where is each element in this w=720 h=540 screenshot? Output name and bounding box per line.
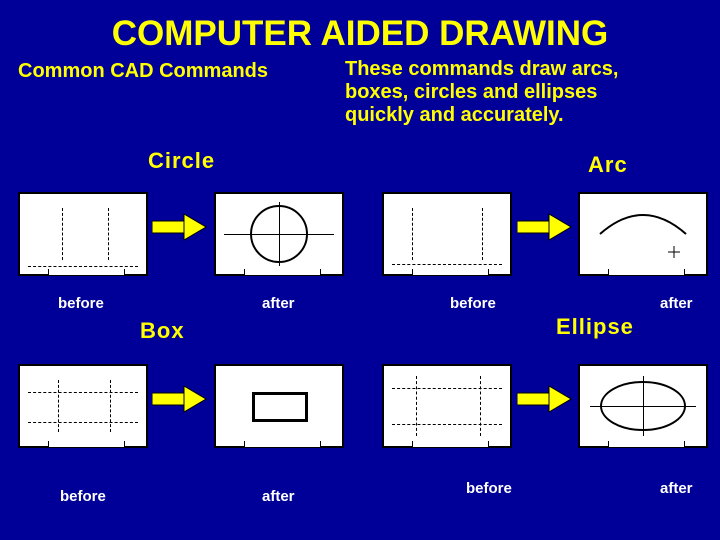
ellipse-before-screen: [382, 364, 512, 448]
after-label: after: [262, 488, 295, 505]
arc-after-screen: [578, 192, 708, 276]
before-label: before: [58, 295, 104, 312]
arrow-icon: [152, 210, 210, 244]
after-label: after: [660, 295, 693, 312]
subtitle: Common CAD Commands: [18, 60, 268, 83]
arrow-icon: [517, 210, 575, 244]
box-after-screen: [214, 364, 344, 448]
box-before-screen: [18, 364, 148, 448]
before-label: before: [60, 488, 106, 505]
after-label: after: [262, 295, 295, 312]
ellipse-heading: Ellipse: [556, 314, 634, 340]
arc-heading: Arc: [588, 152, 628, 178]
box-heading: Box: [140, 318, 185, 344]
circle-before-screen: [18, 192, 148, 276]
arc-before-screen: [382, 192, 512, 276]
arrow-icon: [517, 382, 575, 416]
before-label: before: [450, 295, 496, 312]
description-text: These commands draw arcs, boxes, circles…: [345, 58, 625, 127]
arrow-icon: [152, 382, 210, 416]
before-label: before: [466, 480, 512, 497]
ellipse-after-screen: [578, 364, 708, 448]
after-label: after: [660, 480, 693, 497]
circle-heading: Circle: [148, 148, 215, 174]
circle-after-screen: [214, 192, 344, 276]
page-title: COMPUTER AIDED DRAWING: [0, 6, 720, 54]
